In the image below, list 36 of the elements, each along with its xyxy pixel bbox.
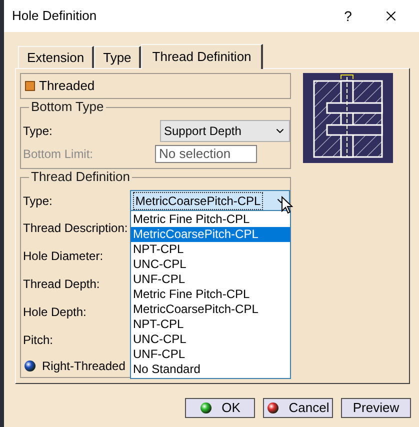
cancel-icon (266, 402, 279, 414)
dropdown-option[interactable]: UNC-CPL (131, 332, 290, 347)
dropdown-option[interactable]: Metric Fine Pitch-CPL (131, 212, 290, 227)
field-label: Type: (23, 193, 52, 210)
dropdown-option[interactable]: MetricCoarsePitch-CPL (131, 302, 290, 317)
help-button[interactable]: ? (333, 6, 363, 26)
field-label: Hole Depth: (23, 304, 86, 319)
dropdown-option[interactable]: UNF-CPL (131, 347, 290, 362)
bottom-type-select[interactable]: Support Depth (160, 120, 290, 142)
field-label: Bottom Limit: (23, 146, 94, 163)
bottom-limit-field[interactable]: No selection (155, 145, 258, 163)
cancel-button[interactable]: Cancel (263, 398, 333, 418)
tab[interactable]: Extension (18, 46, 94, 68)
dropdown-option[interactable]: MetricCoarsePitch-CPL (131, 227, 290, 242)
window-title: Hole Definition (12, 7, 98, 26)
dropdown-option[interactable]: UNC-CPL (131, 257, 290, 272)
ok-button[interactable]: OK (185, 398, 255, 418)
tab[interactable]: Type (94, 46, 142, 68)
group-title: Bottom Type (29, 99, 106, 115)
dropdown-option[interactable]: NPT-CPL (131, 242, 290, 257)
field-label: Pitch: (23, 332, 54, 347)
radio-icon (24, 360, 36, 372)
dropdown-option[interactable]: No Standard (131, 362, 290, 377)
field-label: Thread Description: (23, 220, 128, 235)
ok-icon (200, 402, 212, 414)
threaded-label: Threaded (39, 77, 95, 96)
threaded-checkbox[interactable] (25, 81, 35, 91)
dropdown-option[interactable]: UNF-CPL (131, 272, 290, 287)
dropdown-option[interactable]: NPT-CPL (131, 317, 290, 332)
tab[interactable]: Thread Definition (141, 44, 264, 69)
field-label: Hole Diameter: (23, 248, 104, 263)
radio-label: Right-Threaded (42, 358, 126, 375)
preview-button[interactable]: Preview (341, 398, 411, 418)
field-label: Type: (23, 123, 52, 140)
field-label: Thread Depth: (23, 276, 100, 291)
dropdown-option[interactable]: Metric Fine Pitch-CPL (131, 287, 290, 302)
